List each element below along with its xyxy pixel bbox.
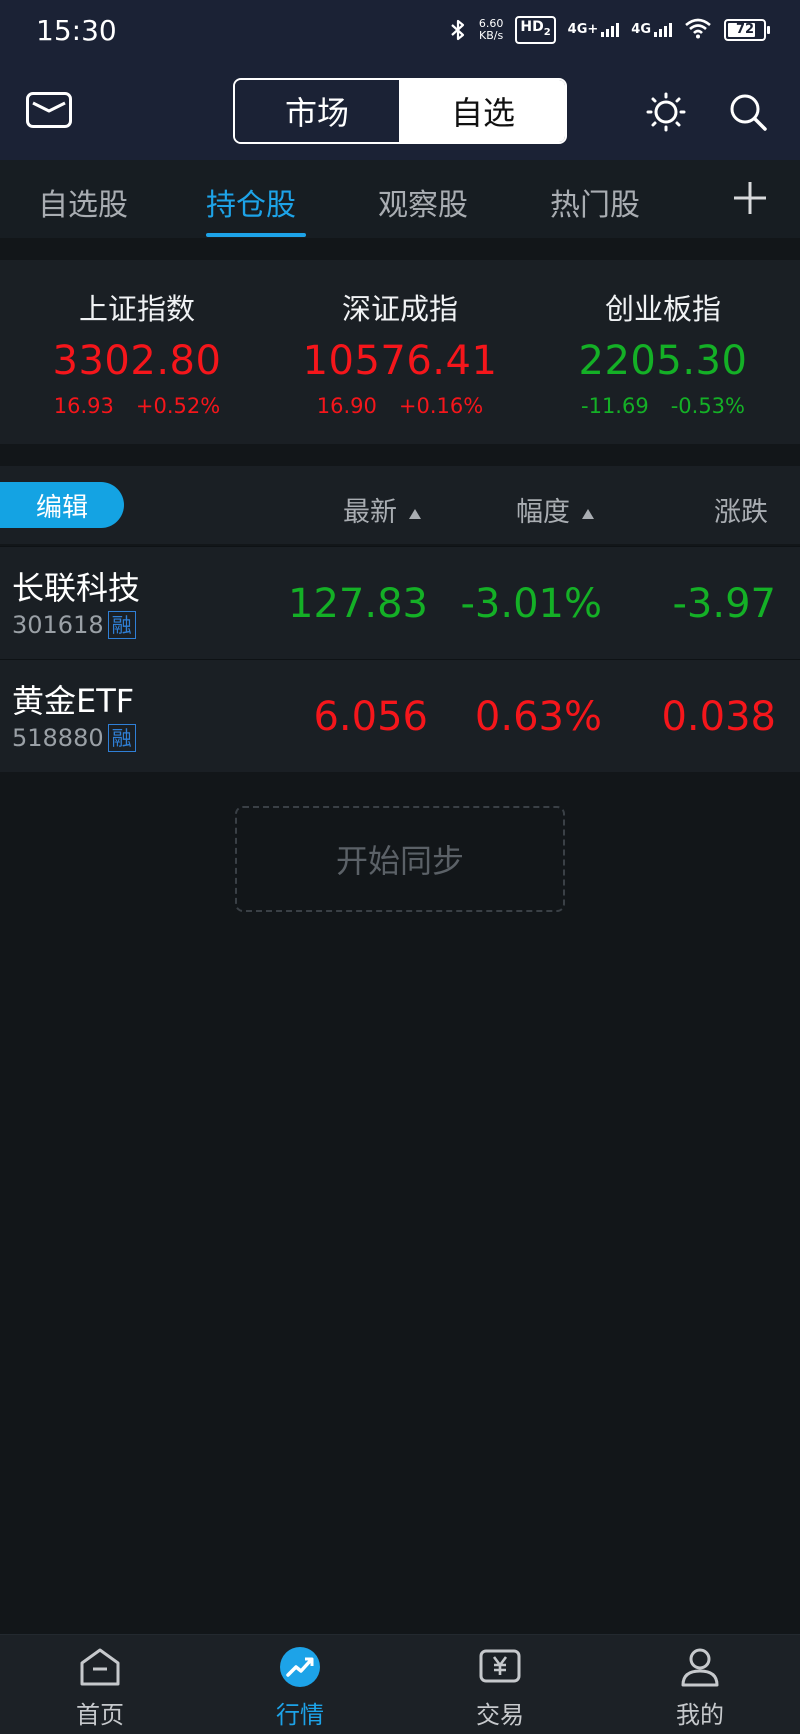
home-icon: [80, 1648, 120, 1686]
hd-sub: 2: [543, 26, 551, 38]
sort-arrow-icon: [582, 508, 594, 519]
sort-latest-header[interactable]: 最新: [343, 490, 421, 529]
col-latest-label: 最新: [343, 497, 397, 528]
index-pct: +0.16%: [398, 394, 484, 418]
net-speed: 6.60 KB/s: [479, 17, 504, 42]
user-icon: [681, 1648, 719, 1687]
stock-list-header: 编辑 最新 幅度 涨跌: [0, 466, 800, 544]
active-tab-indicator: [206, 233, 306, 237]
index-value: 10576.41: [302, 338, 498, 384]
index-value: 2205.30: [578, 338, 748, 384]
index-pct: -0.53%: [670, 394, 745, 418]
col-range-label: 幅度: [516, 497, 570, 528]
wifi-icon: [684, 17, 712, 43]
watchlist-tabs: 自选股 持仓股 观察股 热门股: [0, 160, 800, 238]
bottom-navigation: 首页 行情 交易 我的: [0, 1634, 800, 1734]
segment-market[interactable]: 市场: [235, 80, 401, 142]
index-shenzhen[interactable]: 深证成指 10576.41 16.90 +0.16%: [267, 286, 533, 418]
stock-latest-price: 127.83: [288, 581, 428, 627]
battery-level: 72: [735, 21, 755, 37]
nav-home[interactable]: 首页: [0, 1645, 200, 1730]
index-name: 深证成指: [341, 292, 458, 326]
index-change: -11.69: [581, 394, 649, 418]
sim1-label: 4G+: [567, 22, 599, 38]
stock-code: 518880: [12, 724, 104, 752]
top-header: 15:30 6.60 KB/s HD2 4G+ 4G 72 市场 自选: [0, 0, 800, 160]
net-speed-unit: KB/s: [479, 28, 504, 42]
stock-latest-price: 6.056: [313, 694, 428, 740]
stock-name: 长联科技: [12, 569, 141, 607]
index-chinext[interactable]: 创业板指 2205.30 -11.69 -0.53%: [530, 286, 796, 418]
theme-toggle-sun-icon[interactable]: [646, 92, 686, 132]
index-shanghai[interactable]: 上证指数 3302.80 16.93 +0.52%: [4, 286, 270, 418]
start-sync-button[interactable]: 开始同步: [235, 806, 565, 912]
hd-icon: HD2: [515, 16, 556, 44]
hd-label: HD: [520, 19, 544, 35]
yen-card-icon: [479, 1649, 521, 1683]
add-tab-plus-icon[interactable]: [732, 180, 768, 216]
index-change-row: 16.93 +0.52%: [4, 394, 270, 418]
stock-pct-change: -3.01%: [460, 581, 602, 627]
status-icons: 6.60 KB/s HD2 4G+ 4G 72: [449, 16, 770, 44]
index-name: 创业板指: [604, 292, 721, 326]
stock-code-row: 301618 融: [12, 611, 136, 639]
signal-sim1-icon: 4G+: [567, 22, 620, 38]
market-watchlist-toggle: 市场 自选: [233, 78, 567, 144]
index-panel: 上证指数 3302.80 16.93 +0.52% 深证成指 10576.41 …: [0, 260, 800, 444]
battery-icon: 72: [724, 18, 770, 41]
trend-chart-icon: [280, 1647, 320, 1687]
stock-name: 黄金ETF: [12, 682, 135, 720]
nav-market[interactable]: 行情: [200, 1645, 400, 1730]
stock-change: 0.038: [661, 694, 776, 740]
sort-range-header[interactable]: 幅度: [516, 490, 594, 529]
nav-profile-label: 我的: [676, 1701, 724, 1729]
margin-tag-badge: 融: [107, 611, 136, 639]
change-header[interactable]: 涨跌: [714, 490, 768, 529]
stock-row[interactable]: 黄金ETF 518880 融 6.056 0.63% 0.038: [0, 659, 800, 772]
edit-button[interactable]: 编辑: [0, 482, 124, 528]
stock-change: -3.97: [672, 581, 777, 627]
sort-arrow-icon: [409, 508, 421, 519]
stock-row[interactable]: 长联科技 301618 融 127.83 -3.01% -3.97: [0, 546, 800, 659]
index-change-row: -11.69 -0.53%: [530, 394, 796, 418]
signal-sim2-icon: 4G: [631, 22, 672, 38]
mail-icon[interactable]: [26, 92, 72, 128]
status-time: 15:30: [36, 14, 117, 47]
index-change: 16.93: [53, 394, 114, 418]
tab-observe[interactable]: 观察股: [378, 180, 468, 224]
tab-hot[interactable]: 热门股: [550, 180, 640, 224]
search-icon[interactable]: [728, 92, 768, 132]
bluetooth-icon: [449, 18, 467, 42]
nav-trade[interactable]: 交易: [400, 1645, 600, 1730]
index-value: 3302.80: [52, 338, 222, 384]
segment-watchlist[interactable]: 自选: [401, 80, 565, 142]
tab-holdings[interactable]: 持仓股: [206, 180, 296, 224]
index-name: 上证指数: [78, 292, 195, 326]
nav-market-label: 行情: [276, 1701, 324, 1729]
status-bar: 15:30 6.60 KB/s HD2 4G+ 4G 72: [0, 0, 800, 62]
index-change-row: 16.90 +0.16%: [267, 394, 533, 418]
index-pct: +0.52%: [135, 394, 221, 418]
stock-code-row: 518880 融: [12, 724, 136, 752]
sim2-label: 4G: [631, 22, 651, 38]
stock-code: 301618: [12, 611, 104, 639]
nav-profile[interactable]: 我的: [600, 1645, 800, 1730]
nav-home-label: 首页: [76, 1701, 124, 1729]
index-change: 16.90: [316, 394, 377, 418]
nav-trade-label: 交易: [476, 1701, 524, 1729]
tab-self-selected[interactable]: 自选股: [38, 180, 128, 224]
margin-tag-badge: 融: [107, 724, 136, 752]
stock-pct-change: 0.63%: [474, 694, 602, 740]
